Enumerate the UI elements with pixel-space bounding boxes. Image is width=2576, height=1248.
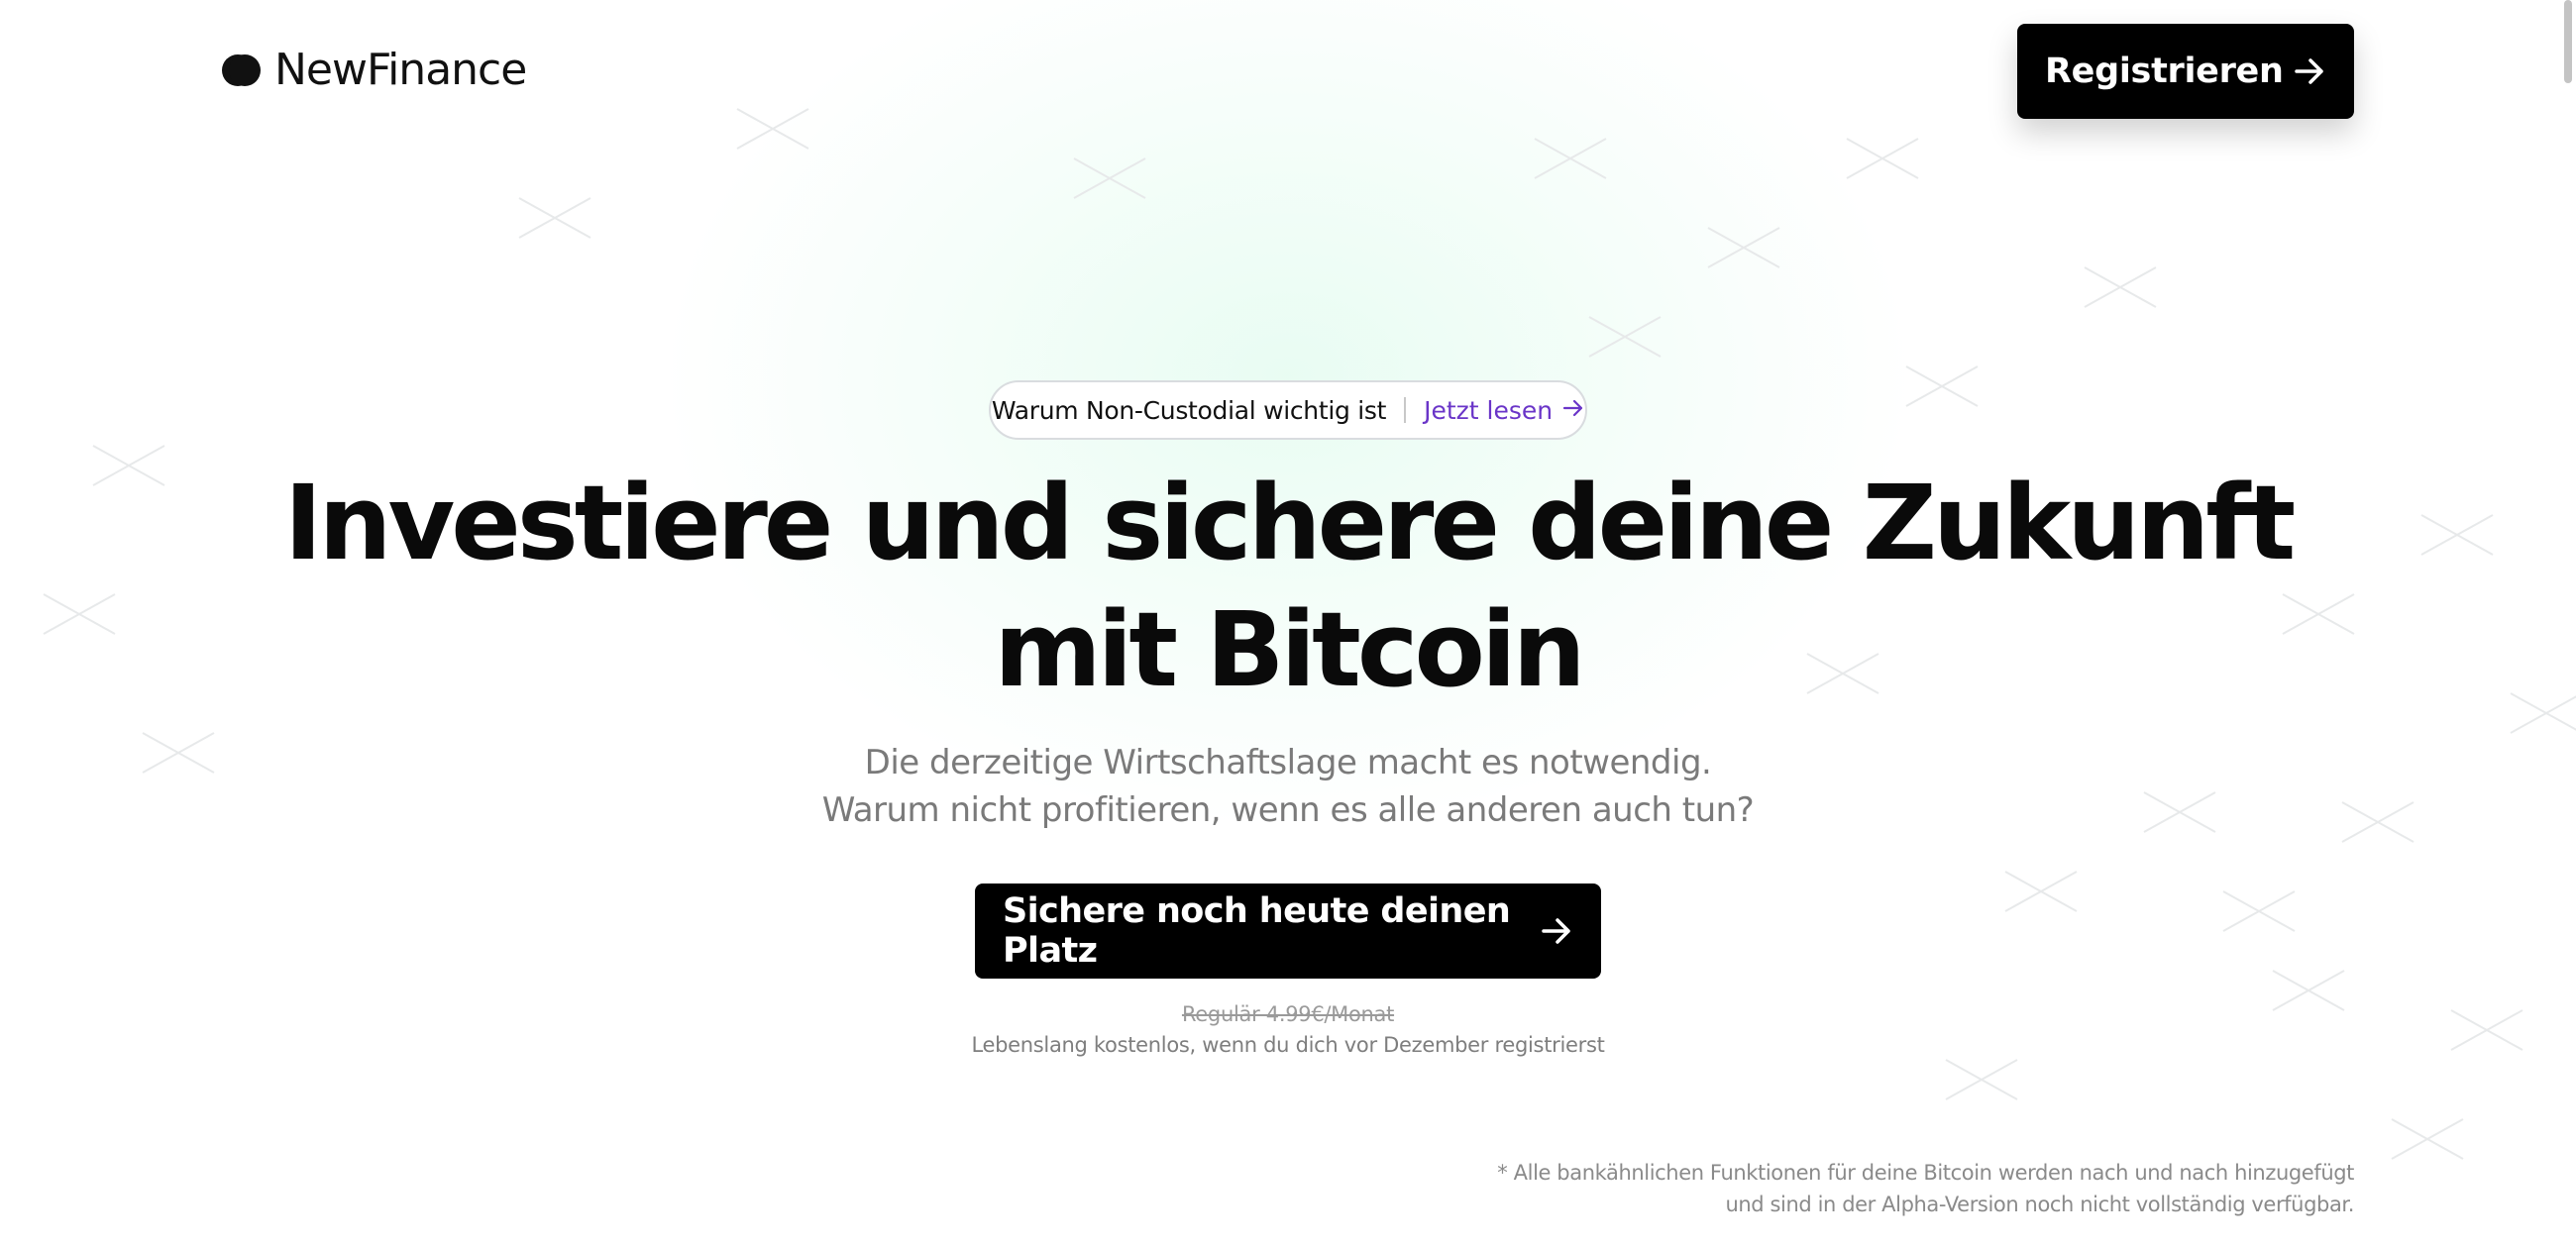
disclaimer-footnote: * Alle bankähnlichen Funktionen für dein… [1497,1157,2354,1220]
background-x-mark [2222,890,2296,932]
subtitle-line-1: Die derzeitige Wirtschaftslage macht es … [864,743,1712,782]
headline-line-2: mit Bitcoin [994,589,1585,710]
background-x-mark [1846,138,1919,179]
logo-text: NewFinance [274,45,527,95]
regular-price: Regulär 4.99€/Monat [1181,1002,1395,1026]
headline-line-1: Investiere und sichere deine Zukunft [283,463,2297,583]
background-x-mark [518,197,591,239]
pill-divider [1404,397,1407,423]
newfinance-logo-icon [222,53,261,86]
cta-button-label: Sichere noch heute deinen Platz [1003,891,1511,971]
footnote-line-1: * Alle bankähnlichen Funktionen für dein… [1497,1161,2354,1185]
pill-text: Warum Non-Custodial wichtig ist [991,395,1387,425]
background-x-mark [1588,316,1662,358]
landing-page: NewFinance Registrieren Warum Non-Custod… [0,0,2576,1248]
secure-spot-button[interactable]: Sichere noch heute deinen Platz [975,884,1601,979]
logo[interactable]: NewFinance [221,45,527,95]
register-button[interactable]: Registrieren [2017,24,2354,119]
hero-headline: Investiere und sichere deine Zukunft mit… [0,460,2576,713]
subtitle-line-2: Warum nicht profitieren, wenn es alle an… [821,790,1755,830]
announcement-pill: Warum Non-Custodial wichtig ist Jetzt le… [989,380,1587,440]
background-x-mark [1905,365,1979,407]
background-x-mark [1707,227,1780,268]
arrow-right-icon [2293,54,2326,88]
register-button-label: Registrieren [2045,52,2284,91]
scrollbar[interactable] [2564,0,2572,83]
read-now-label: Jetzt lesen [1424,395,1554,425]
background-x-mark [1945,1059,2018,1100]
read-now-link[interactable]: Jetzt lesen [1424,396,1584,425]
hero-subtitle: Die derzeitige Wirtschaftslage macht es … [0,739,2576,834]
arrow-right-icon [1540,914,1573,948]
background-x-mark [2084,266,2157,308]
background-x-mark [1073,157,1146,199]
background-x-mark [2391,1118,2464,1160]
pricing-note: Lebenslang kostenlos, wenn du dich vor D… [971,1033,1605,1057]
background-x-mark [2004,871,2078,912]
arrow-right-icon [1562,396,1584,425]
background-x-mark [1534,138,1607,179]
background-x-mark [736,108,809,150]
footnote-line-2: und sind in der Alpha-Version noch nicht… [1725,1193,2354,1216]
